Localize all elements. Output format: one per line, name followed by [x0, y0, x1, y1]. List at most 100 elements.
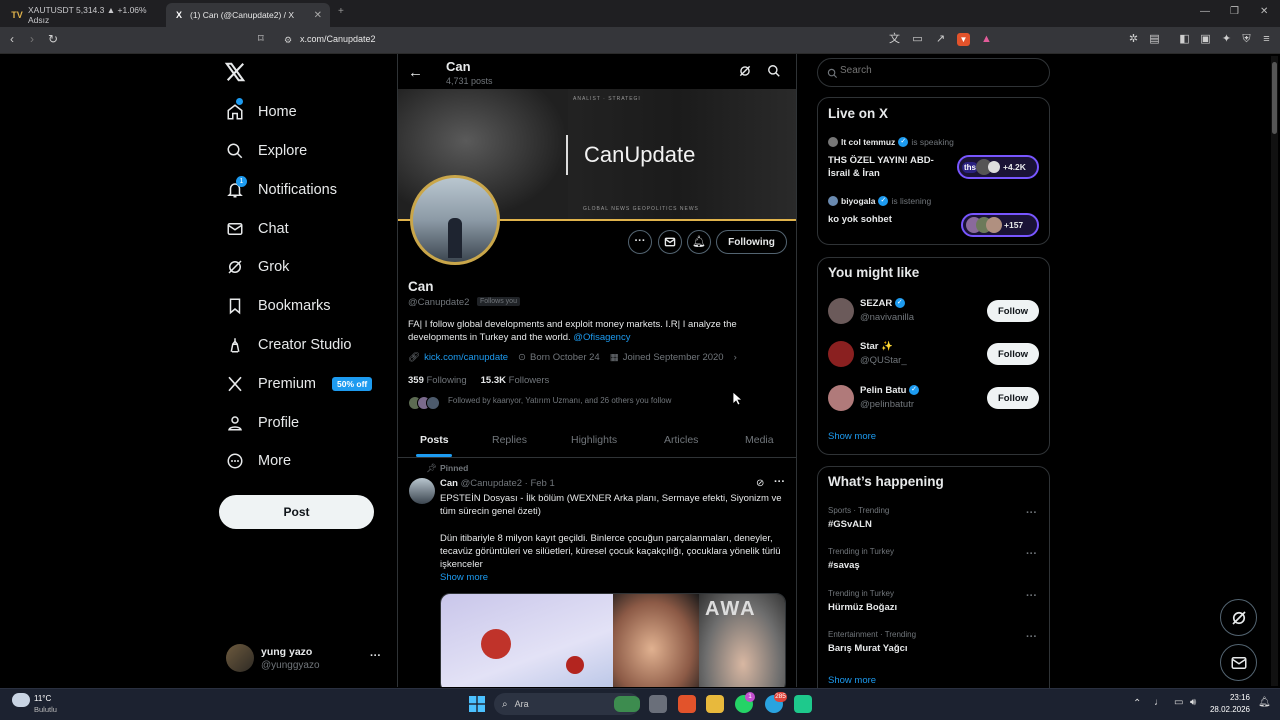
app-icon[interactable]: [794, 695, 812, 713]
suggested-user-avatar[interactable]: [828, 385, 854, 411]
bio-mention-link[interactable]: @Ofisagency: [573, 332, 630, 343]
live-listeners-pill-1[interactable]: ths +4.2K: [957, 155, 1039, 179]
back-icon[interactable]: ‹: [10, 32, 14, 46]
live-listeners-pill-2[interactable]: +157: [961, 213, 1039, 237]
file-explorer-icon[interactable]: [706, 695, 724, 713]
tab-articles[interactable]: Articles: [664, 434, 698, 446]
notify-bell-button[interactable]: 🔔︎: [687, 230, 711, 254]
post-media[interactable]: AWA: [440, 593, 786, 687]
chevron-up-icon[interactable]: ⌃: [1133, 698, 1141, 709]
post-button[interactable]: Post: [219, 495, 374, 529]
nav-more[interactable]: More: [224, 447, 291, 475]
back-arrow-icon[interactable]: ←: [408, 64, 423, 81]
suggested-user-name[interactable]: Star ✨: [860, 341, 893, 352]
nav-chat[interactable]: Chat: [224, 215, 289, 243]
suggested-user-avatar[interactable]: [828, 298, 854, 324]
nav-notifications[interactable]: Notifications 1: [224, 176, 337, 204]
extensions-icon[interactable]: ✲: [1127, 33, 1140, 46]
weather-temp[interactable]: 11°C: [34, 694, 51, 703]
close-window-icon[interactable]: ✕: [1260, 6, 1268, 17]
trend-topic[interactable]: Barış Murat Yağcı: [828, 643, 908, 654]
tab-media[interactable]: Media: [745, 434, 774, 446]
cast-icon[interactable]: ▭: [911, 33, 924, 46]
post-menu-icon[interactable]: ···: [774, 476, 785, 488]
new-tab-icon[interactable]: +: [338, 6, 344, 17]
clock-date[interactable]: 28.02.2026: [1204, 705, 1250, 714]
grok-float-button[interactable]: [1220, 599, 1257, 636]
bookmark-icon[interactable]: ⌑: [258, 32, 264, 45]
nav-explore[interactable]: Explore: [224, 137, 307, 165]
following-button[interactable]: Following: [716, 230, 787, 254]
nav-creator-studio[interactable]: Creator Studio: [224, 331, 352, 359]
trend-topic[interactable]: #savaş: [828, 560, 860, 571]
live-host-1[interactable]: lt col temmuz ✓ is speaking: [828, 137, 954, 147]
grok-icon[interactable]: [738, 64, 752, 78]
trend-menu-icon[interactable]: ···: [1026, 548, 1037, 560]
share-icon[interactable]: ↗: [934, 33, 947, 46]
windows-start-icon[interactable]: [469, 696, 485, 712]
nav-grok[interactable]: Grok: [224, 253, 289, 281]
chevron-right-icon[interactable]: ›: [734, 352, 737, 363]
brave-rewards-icon[interactable]: ▲: [980, 33, 993, 46]
trend-topic[interactable]: #GSvALN: [828, 519, 872, 530]
x-logo-icon[interactable]: [224, 61, 248, 85]
scrollbar-thumb[interactable]: [1272, 62, 1277, 134]
clock-time[interactable]: 23:16: [1212, 693, 1250, 702]
trend-menu-icon[interactable]: ···: [1026, 631, 1037, 643]
sidebar-icon[interactable]: ◧: [1178, 33, 1191, 46]
weather-cloud-icon[interactable]: [12, 693, 30, 707]
search-box[interactable]: [817, 58, 1050, 87]
leo-icon[interactable]: ✦: [1220, 33, 1233, 46]
follow-button[interactable]: Follow: [987, 300, 1039, 322]
nav-bookmarks[interactable]: Bookmarks: [224, 292, 331, 320]
post-show-more[interactable]: Show more: [440, 572, 488, 583]
reader-icon[interactable]: ▤: [1148, 33, 1161, 46]
volume-icon[interactable]: 🔊︎: [1190, 697, 1196, 708]
search-icon[interactable]: [767, 64, 781, 78]
close-tab-icon[interactable]: ✕: [314, 10, 322, 21]
post-author[interactable]: Can: [440, 478, 458, 489]
page-scrollbar[interactable]: [1271, 56, 1278, 686]
maximize-icon[interactable]: ❐: [1230, 6, 1239, 17]
website-link[interactable]: kick.com/canupdate: [424, 352, 508, 363]
tab-highlights[interactable]: Highlights: [571, 434, 617, 446]
grok-explain-icon[interactable]: ⊘: [756, 478, 764, 489]
messages-float-button[interactable]: [1220, 644, 1257, 681]
post-avatar[interactable]: [409, 478, 435, 504]
following-stat[interactable]: 359 Following: [408, 375, 467, 386]
account-menu-icon[interactable]: ···: [370, 650, 381, 662]
search-input[interactable]: [840, 65, 1030, 76]
nav-premium[interactable]: Premium 50% off: [224, 370, 373, 398]
account-avatar[interactable]: [226, 644, 254, 672]
task-view-icon[interactable]: [649, 695, 667, 713]
live-host-2[interactable]: biyogala ✓ is listening: [828, 196, 931, 206]
suggested-user-avatar[interactable]: [828, 341, 854, 367]
follow-button[interactable]: Follow: [987, 343, 1039, 365]
live-space-title-1[interactable]: THS ÖZEL YAYIN! ABD-İsrail & İran: [828, 154, 948, 180]
trend-menu-icon[interactable]: ···: [1026, 507, 1037, 519]
nav-home[interactable]: Home: [224, 98, 297, 126]
might-like-show-more[interactable]: Show more: [828, 431, 876, 442]
happening-show-more[interactable]: Show more: [828, 675, 876, 686]
profile-avatar[interactable]: [410, 175, 500, 265]
tab-posts[interactable]: Posts: [420, 434, 449, 446]
notification-center-icon[interactable]: 🔔︎: [1258, 697, 1271, 708]
followed-by-text[interactable]: Followed by kaanyor, Yatırım Uzmanı, and…: [448, 396, 671, 405]
network-icon[interactable]: ▭: [1174, 697, 1183, 708]
followers-stat[interactable]: 15.3K Followers: [481, 375, 550, 386]
wallet-icon[interactable]: ▣: [1199, 33, 1212, 46]
follow-button[interactable]: Follow: [987, 387, 1039, 409]
message-button[interactable]: [658, 230, 682, 254]
reload-icon[interactable]: ↻: [48, 32, 58, 46]
translate-icon[interactable]: 文: [888, 33, 901, 46]
site-info-icon[interactable]: ⚙: [284, 35, 292, 46]
forward-icon[interactable]: ›: [30, 32, 34, 46]
suggested-user-name[interactable]: Pelin Batu ✓: [860, 385, 920, 396]
trend-menu-icon[interactable]: ···: [1026, 590, 1037, 602]
live-space-title-2[interactable]: ko yok sohbet: [828, 214, 892, 225]
brave-browser-icon[interactable]: [678, 695, 696, 713]
menu-icon[interactable]: ≡: [1260, 33, 1273, 46]
trend-topic[interactable]: Hürmüz Boğazı: [828, 602, 897, 613]
microphone-icon[interactable]: ♩: [1154, 697, 1164, 708]
suggested-user-name[interactable]: SEZAR ✓: [860, 298, 905, 309]
